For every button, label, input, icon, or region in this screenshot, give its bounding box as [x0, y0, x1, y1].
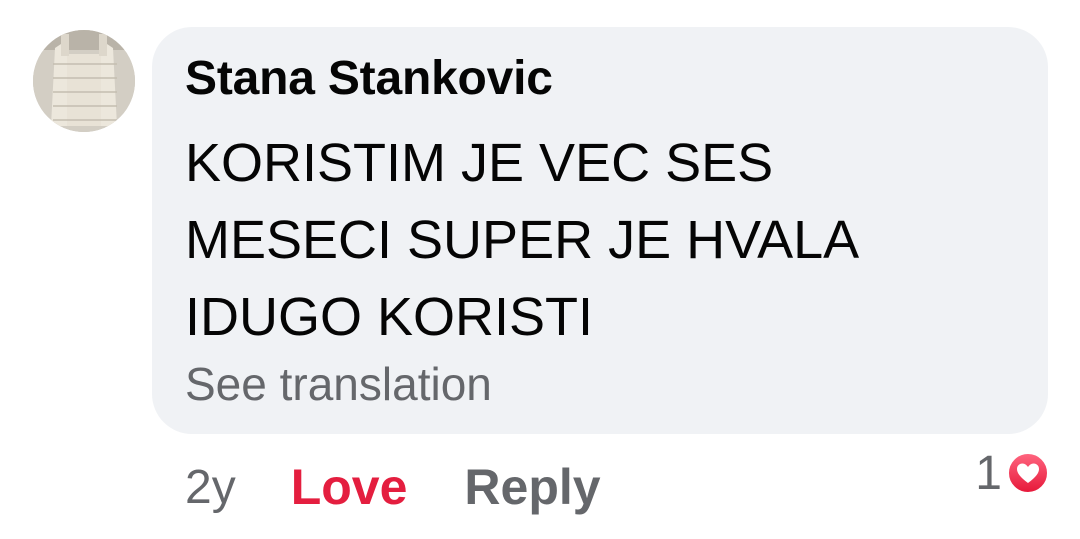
avatar[interactable] [33, 30, 135, 132]
comment-author[interactable]: Stana Stankovic [185, 51, 553, 106]
avatar-image [33, 30, 135, 132]
see-translation-link[interactable]: See translation [185, 357, 492, 411]
reaction-summary[interactable]: 1 [975, 445, 1050, 501]
love-reaction-icon [1006, 451, 1050, 495]
comment-actions: 2y Love Reply [185, 455, 601, 519]
comment-text-line: IDUGO KORISTI [185, 287, 594, 347]
comment-timestamp[interactable]: 2y [185, 460, 236, 515]
reaction-count: 1 [975, 446, 1002, 500]
comment-text-line: KORISTIM JE VEC SES [185, 133, 774, 193]
comment-text-line: MESECI SUPER JE HVALA [185, 210, 860, 270]
comment-text: KORISTIM JE VEC SES MESECI SUPER JE HVAL… [185, 125, 965, 356]
comment-bubble: Stana Stankovic KORISTIM JE VEC SES MESE… [152, 27, 1048, 434]
love-button[interactable]: Love [291, 458, 408, 516]
reply-button[interactable]: Reply [464, 458, 600, 516]
